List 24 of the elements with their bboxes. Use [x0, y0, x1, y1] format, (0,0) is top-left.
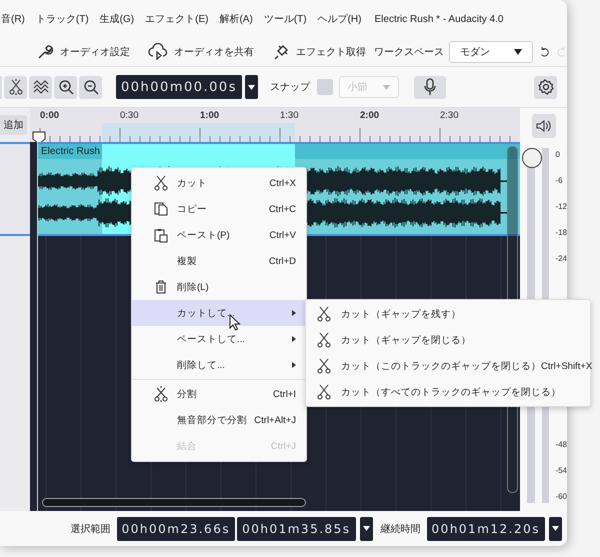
- meter-scale-label: -6: [555, 175, 564, 187]
- meter-scale-label: -12: [555, 201, 567, 213]
- time-label: 0:30: [120, 110, 140, 121]
- meter-scale-label: -60: [555, 491, 567, 503]
- window-title: Electric Rush * - Audacity 4.0: [374, 14, 504, 24]
- selection-label: 選択範囲: [70, 522, 111, 536]
- duration-time: 00h01m12.20s: [426, 516, 545, 540]
- selection-start-time: 00h00m23.66s: [116, 516, 236, 540]
- time-label: 0:00: [40, 110, 60, 121]
- time-label: 1:00: [200, 110, 220, 121]
- meter-scale-label: -48: [555, 439, 567, 451]
- snap-label: スナップ: [270, 80, 310, 94]
- clip-name: Electric Rush: [40, 146, 100, 157]
- meter-scale-label: -18: [555, 227, 567, 239]
- time-display: 00h00m00.00s: [116, 75, 242, 99]
- meter-scale-label: -54: [555, 465, 567, 477]
- meter-scale-label: -24: [555, 253, 567, 265]
- time-label: 2:00: [360, 110, 380, 121]
- time-label: 1:30: [280, 110, 300, 121]
- duration-label: 継続時間: [380, 522, 421, 536]
- time-label: 2:30: [440, 110, 460, 121]
- meter-scale-label: 0: [555, 149, 561, 161]
- workspace-label: ワークスペース: [374, 46, 444, 59]
- selection-end-time: 00h01m35.85s: [237, 516, 356, 540]
